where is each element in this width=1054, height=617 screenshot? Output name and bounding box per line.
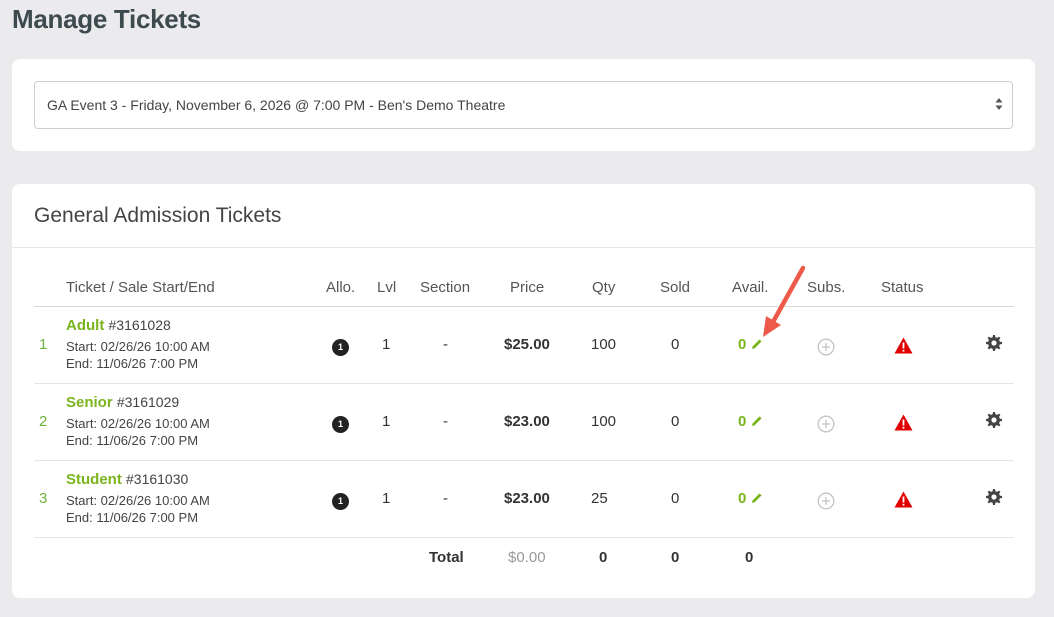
ticket-section: - bbox=[443, 413, 448, 430]
totals-row: Total $0.00 0 0 0 bbox=[34, 538, 1014, 578]
card-header: General Admission Tickets bbox=[12, 184, 1035, 248]
total-sold: 0 bbox=[671, 549, 680, 566]
total-avail: 0 bbox=[745, 549, 754, 566]
alloc-badge[interactable]: 1 bbox=[332, 493, 349, 510]
ticket-id: #3161030 bbox=[126, 471, 189, 487]
ticket-end: End: 11/06/26 7:00 PM bbox=[66, 356, 199, 371]
ticket-name-link[interactable]: Senior bbox=[66, 394, 113, 411]
event-select[interactable]: GA Event 3 - Friday, November 6, 2026 @ … bbox=[34, 81, 1013, 129]
pencil-icon[interactable] bbox=[751, 492, 763, 504]
col-lvl: Lvl bbox=[377, 279, 397, 296]
ticket-name: Adult #3161028 bbox=[66, 317, 171, 334]
alloc-badge[interactable]: 1 bbox=[332, 339, 349, 356]
ticket-level: 1 bbox=[382, 490, 391, 507]
ticket-name: Student #3161030 bbox=[66, 471, 188, 488]
ticket-id: #3161029 bbox=[116, 394, 180, 410]
ticket-sold: 0 bbox=[671, 336, 680, 353]
col-sold: Sold bbox=[660, 279, 691, 296]
col-avail: Avail. bbox=[732, 279, 769, 296]
gear-icon[interactable] bbox=[986, 335, 1002, 351]
pencil-icon[interactable] bbox=[751, 415, 763, 427]
table-row: 3 Student #3161030 Start: 02/26/26 10:00… bbox=[34, 461, 1014, 538]
gear-icon[interactable] bbox=[986, 489, 1002, 505]
table-header: Ticket / Sale Start/End Allo. Lvl Sectio… bbox=[34, 264, 1014, 307]
plus-circle-icon[interactable] bbox=[817, 492, 835, 510]
total-price: $0.00 bbox=[508, 549, 546, 566]
col-section: Section bbox=[420, 279, 471, 296]
plus-circle-icon[interactable] bbox=[817, 338, 835, 356]
pencil-icon[interactable] bbox=[751, 338, 763, 350]
ticket-id: #3161028 bbox=[108, 317, 171, 333]
ticket-end: End: 11/06/26 7:00 PM bbox=[66, 433, 199, 448]
plus-circle-icon[interactable] bbox=[817, 415, 835, 433]
ticket-start: Start: 02/26/26 10:00 AM bbox=[66, 416, 210, 431]
select-updown-icon bbox=[995, 98, 1003, 110]
page-title: Manage Tickets bbox=[12, 4, 201, 34]
ticket-qty: 100 bbox=[591, 336, 617, 353]
ticket-price: $25.00 bbox=[504, 336, 550, 353]
ticket-name-link[interactable]: Adult bbox=[66, 317, 104, 334]
ticket-price: $23.00 bbox=[504, 490, 550, 507]
ticket-level: 1 bbox=[382, 336, 391, 353]
ticket-price: $23.00 bbox=[504, 413, 550, 430]
ticket-start: Start: 02/26/26 10:00 AM bbox=[66, 493, 210, 508]
event-select-card: GA Event 3 - Friday, November 6, 2026 @ … bbox=[12, 59, 1035, 151]
row-index: 2 bbox=[39, 413, 48, 430]
ticket-avail[interactable]: 0 bbox=[738, 490, 746, 507]
ticket-qty: 25 bbox=[591, 490, 608, 507]
row-index: 1 bbox=[39, 336, 48, 353]
card-title: General Admission Tickets bbox=[34, 204, 282, 227]
col-status: Status bbox=[881, 279, 924, 296]
ticket-section: - bbox=[443, 336, 448, 353]
col-allo: Allo. bbox=[326, 279, 356, 296]
col-qty: Qty bbox=[592, 279, 616, 296]
ticket-name-link[interactable]: Student bbox=[66, 471, 122, 488]
warning-triangle-icon[interactable] bbox=[894, 491, 913, 508]
col-price: Price bbox=[510, 279, 545, 296]
ticket-sold: 0 bbox=[671, 490, 680, 507]
total-qty: 0 bbox=[599, 549, 608, 566]
tickets-card: General Admission Tickets Ticket / Sale … bbox=[12, 184, 1035, 598]
col-ticket: Ticket / Sale Start/End bbox=[66, 279, 215, 296]
ticket-avail[interactable]: 0 bbox=[738, 413, 746, 430]
total-label: Total bbox=[429, 549, 464, 566]
tickets-table: Ticket / Sale Start/End Allo. Lvl Sectio… bbox=[34, 264, 1014, 578]
table-row: 2 Senior #3161029 Start: 02/26/26 10:00 … bbox=[34, 384, 1014, 461]
event-select-value: GA Event 3 - Friday, November 6, 2026 @ … bbox=[47, 97, 506, 113]
warning-triangle-icon[interactable] bbox=[894, 414, 913, 431]
warning-triangle-icon[interactable] bbox=[894, 337, 913, 354]
col-subs: Subs. bbox=[807, 279, 846, 296]
ticket-end: End: 11/06/26 7:00 PM bbox=[66, 510, 199, 525]
row-index: 3 bbox=[39, 490, 48, 507]
ticket-avail[interactable]: 0 bbox=[738, 336, 746, 353]
ticket-name: Senior #3161029 bbox=[66, 394, 179, 411]
ticket-level: 1 bbox=[382, 413, 391, 430]
ticket-start: Start: 02/26/26 10:00 AM bbox=[66, 339, 210, 354]
table-row: 1 Adult #3161028 Start: 02/26/26 10:00 A… bbox=[34, 307, 1014, 384]
gear-icon[interactable] bbox=[986, 412, 1002, 428]
ticket-qty: 100 bbox=[591, 413, 617, 430]
alloc-badge[interactable]: 1 bbox=[332, 416, 349, 433]
ticket-section: - bbox=[443, 490, 448, 507]
ticket-sold: 0 bbox=[671, 413, 680, 430]
